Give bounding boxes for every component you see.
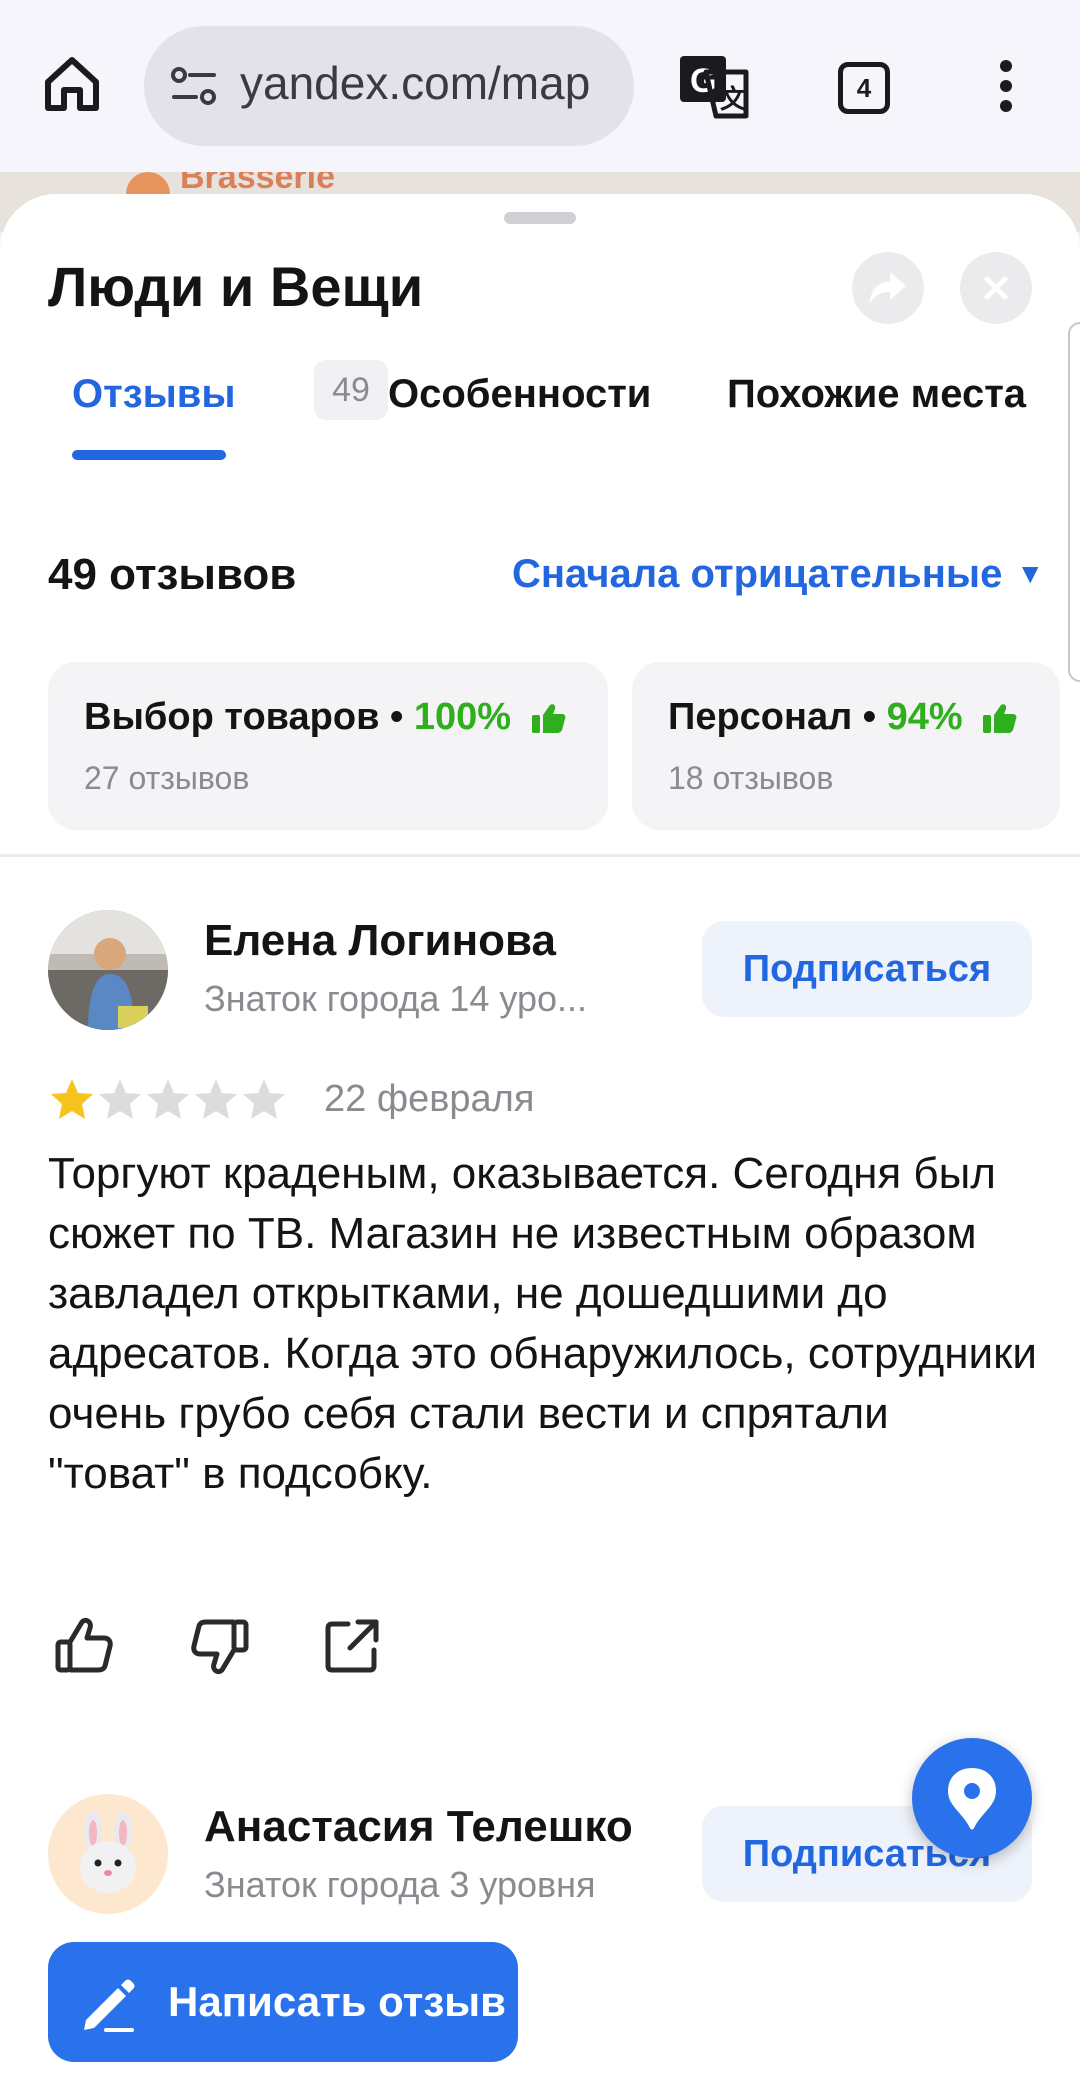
- aspect-title: Персонал • 94%: [668, 696, 1017, 739]
- active-tab-indicator: [72, 450, 226, 460]
- site-settings-icon[interactable]: [170, 66, 218, 106]
- aspect-name: Выбор товаров: [84, 696, 380, 738]
- tab-features[interactable]: Особенности: [388, 372, 651, 417]
- thumbs-up-icon: [531, 704, 566, 733]
- more-vert-icon[interactable]: [996, 58, 1016, 114]
- thumbs-up-icon: [983, 704, 1017, 733]
- browser-toolbar: yandex.com/map G 文 4: [0, 0, 1080, 172]
- like-button[interactable]: [52, 1614, 116, 1678]
- aspect-name: Персонал: [668, 696, 853, 738]
- share-arrow-icon: [870, 272, 906, 304]
- review-author-level: Знаток города 3 уровня: [204, 1864, 596, 1905]
- place-title: Люди и Вещи: [48, 255, 424, 318]
- thumbs-down-outline-icon: [191, 1619, 249, 1675]
- tab-reviews[interactable]: Отзывы 49: [72, 360, 388, 420]
- pencil-icon: [84, 1979, 135, 2032]
- tab-reviews-count: 49: [314, 360, 388, 420]
- star-empty-icon: [147, 1079, 189, 1119]
- close-icon: [984, 276, 1008, 300]
- review-text: Торгуют краденым, оказывается. Сегодня б…: [48, 1149, 1037, 1498]
- home-icon[interactable]: [40, 52, 104, 116]
- star-empty-icon: [243, 1079, 285, 1119]
- reviews-count: 49 отзывов: [48, 550, 297, 599]
- bunny-avatar-icon: [80, 1811, 136, 1893]
- star-filled-icon: [51, 1079, 93, 1119]
- sheet-drag-handle[interactable]: [504, 212, 576, 224]
- location-pin-icon: [948, 1768, 996, 1830]
- avatar[interactable]: [48, 910, 168, 1030]
- star-empty-icon: [99, 1079, 141, 1119]
- external-share-icon: [325, 1619, 379, 1673]
- share-button[interactable]: [852, 252, 924, 324]
- share-review-button[interactable]: [320, 1614, 384, 1678]
- place-tabs: Отзывы 49 Особенности Похожие места: [0, 360, 1080, 482]
- dislike-button[interactable]: [188, 1614, 252, 1678]
- review-author-name[interactable]: Анастасия Телешко: [204, 1802, 633, 1852]
- review-author-name[interactable]: Елена Логинова: [204, 916, 556, 966]
- review-author-level: Знаток города 14 уро...: [204, 978, 588, 1019]
- url-text[interactable]: yandex.com/map: [240, 56, 620, 110]
- address-bar[interactable]: yandex.com/map: [144, 26, 634, 146]
- tab-similar-places[interactable]: Похожие места: [727, 372, 1026, 417]
- sort-label: Сначала отрицательные: [512, 552, 1003, 596]
- translate-icon[interactable]: G 文: [676, 50, 752, 122]
- write-review-button[interactable]: Написать отзыв: [48, 1942, 518, 2062]
- review-date: 22 февраля: [324, 1078, 535, 1120]
- aspect-review-count: 27 отзывов: [84, 760, 250, 796]
- write-review-label: Написать отзыв: [168, 1978, 506, 2025]
- place-card-sheet: Люди и Вещи Отзывы 49 Особенности Похожи…: [0, 194, 1080, 2099]
- caret-down-icon: ▼: [1016, 558, 1045, 589]
- tab-reviews-label: Отзывы: [72, 372, 236, 416]
- svg-text:文: 文: [720, 84, 747, 114]
- star-empty-icon: [195, 1079, 237, 1119]
- avatar[interactable]: [48, 1794, 168, 1914]
- close-button[interactable]: [960, 252, 1032, 324]
- subscribe-button[interactable]: Подписаться: [702, 921, 1032, 1017]
- sort-dropdown[interactable]: Сначала отрицательные ▼: [512, 552, 1044, 597]
- section-divider: [0, 854, 1080, 857]
- aspect-review-count: 18 отзывов: [668, 760, 834, 796]
- side-scroll-handle[interactable]: [1068, 322, 1080, 682]
- aspect-percent: 94%: [886, 696, 963, 738]
- map-pin-button[interactable]: [912, 1738, 1032, 1858]
- aspect-card-products[interactable]: Выбор товаров • 100% 27 отзывов: [48, 662, 608, 830]
- thumbs-up-outline-icon: [55, 1617, 113, 1673]
- tab-switcher-button[interactable]: 4: [838, 62, 890, 114]
- aspect-title: Выбор товаров • 100%: [84, 696, 566, 739]
- aspect-card-staff[interactable]: Персонал • 94% 18 отзывов: [632, 662, 1060, 830]
- aspect-percent: 100%: [413, 696, 512, 738]
